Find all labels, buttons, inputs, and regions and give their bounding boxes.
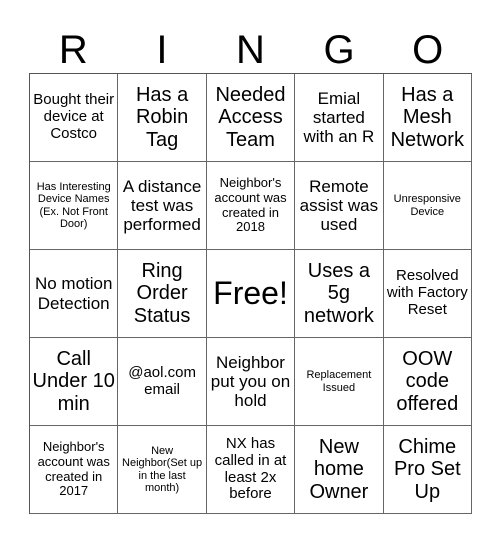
bingo-header: R I N G O xyxy=(29,28,472,72)
bingo-cell[interactable]: Neighbor put you on hold xyxy=(206,338,296,426)
cell-text: Resolved with Factory Reset xyxy=(386,267,468,318)
bingo-cell[interactable]: NX has called in at least 2x before xyxy=(206,426,296,514)
bingo-cell[interactable]: Unresponsive Device xyxy=(383,162,472,250)
cell-text: OOW code offered xyxy=(396,347,459,415)
bingo-cell[interactable]: No motion Detection xyxy=(30,250,119,338)
cell-text: Has a Mesh Network xyxy=(390,83,464,151)
free-space-text: Free! xyxy=(213,274,288,311)
cell-text: Chime Pro Set Up xyxy=(393,435,461,503)
cell-text: Neighbor's account was created in 2018 xyxy=(214,175,287,235)
bingo-cell[interactable]: New Neighbor(Set up in the last month) xyxy=(118,426,207,514)
free-space-cell[interactable]: Free! xyxy=(206,250,296,338)
cell-text: Unresponsive Device xyxy=(393,193,461,218)
cell-text: Has Interesting Device Names (Ex. Not Fr… xyxy=(36,180,111,230)
header-letter-g: G xyxy=(323,28,355,72)
cell-text: @aol.com email xyxy=(128,363,196,398)
bingo-cell[interactable]: Has a Robin Tag xyxy=(118,74,207,162)
cell-text: Neighbor put you on hold xyxy=(210,352,291,411)
cell-text: Call Under 10 min xyxy=(32,347,115,415)
cell-text: Has a Robin Tag xyxy=(135,83,189,151)
cell-text: Uses a 5g network xyxy=(303,259,374,327)
cell-text: Emial started with an R xyxy=(303,88,375,147)
bingo-cell[interactable]: Neighbor's account was created in 2017 xyxy=(30,426,119,514)
cell-text: Replacement Issued xyxy=(306,369,372,394)
bingo-cell[interactable]: New home Owner xyxy=(295,426,384,514)
cell-text: Needed Access Team xyxy=(215,83,286,151)
bingo-cell[interactable]: A distance test was performed xyxy=(118,162,207,250)
bingo-cell[interactable]: Needed Access Team xyxy=(206,74,296,162)
bingo-cell[interactable]: Replacement Issued xyxy=(295,338,384,426)
bingo-cell[interactable]: OOW code offered xyxy=(383,338,472,426)
cell-text: Remote assist was used xyxy=(299,176,379,235)
bingo-cell[interactable]: Chime Pro Set Up xyxy=(383,426,472,514)
bingo-cell[interactable]: Has a Mesh Network xyxy=(383,74,472,162)
header-letter-o: O xyxy=(412,28,444,72)
cell-text: New Neighbor(Set up in the last month) xyxy=(122,444,203,494)
bingo-board: Bought their device at Costco Has a Robi… xyxy=(29,73,472,514)
cell-text: Ring Order Status xyxy=(133,259,191,327)
bingo-cell[interactable]: Resolved with Factory Reset xyxy=(383,250,472,338)
header-letter-n: N xyxy=(236,28,265,72)
bingo-cell[interactable]: Uses a 5g network xyxy=(295,250,384,338)
header-letter-i: I xyxy=(156,28,168,72)
bingo-cell[interactable]: Has Interesting Device Names (Ex. Not Fr… xyxy=(30,162,119,250)
bingo-cell[interactable]: @aol.com email xyxy=(118,338,207,426)
cell-text: New home Owner xyxy=(309,435,369,503)
bingo-cell[interactable]: Neighbor's account was created in 2018 xyxy=(206,162,296,250)
cell-text: Neighbor's account was created in 2017 xyxy=(37,439,110,499)
cell-text: A distance test was performed xyxy=(122,176,202,235)
bingo-cell[interactable]: Emial started with an R xyxy=(295,74,384,162)
header-letter-r: R xyxy=(58,28,88,72)
cell-text: No motion Detection xyxy=(34,274,113,313)
cell-text: NX has called in at least 2x before xyxy=(214,434,287,503)
bingo-cell[interactable]: Bought their device at Costco xyxy=(30,74,119,162)
cell-text: Bought their device at Costco xyxy=(33,91,115,142)
bingo-cell[interactable]: Ring Order Status xyxy=(118,250,207,338)
bingo-cell[interactable]: Call Under 10 min xyxy=(30,338,119,426)
bingo-cell[interactable]: Remote assist was used xyxy=(295,162,384,250)
